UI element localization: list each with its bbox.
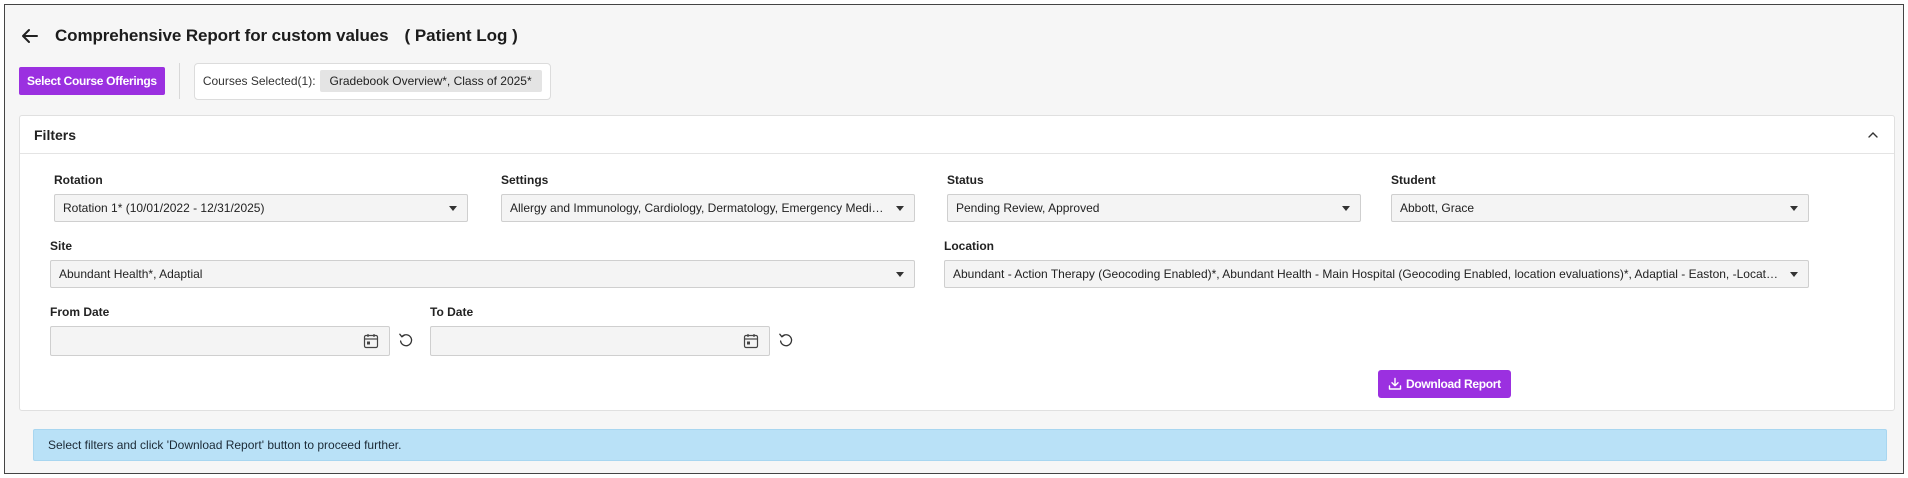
chevron-up-icon[interactable] [1866, 128, 1880, 142]
chevron-down-icon [1790, 272, 1798, 277]
from-date-field: From Date [50, 304, 390, 356]
courses-selected-label: Courses Selected(1): [202, 74, 316, 88]
select-course-offerings-button[interactable]: Select Course Offerings [19, 67, 165, 95]
location-select[interactable]: Abundant - Action Therapy (Geocoding Ena… [944, 260, 1809, 288]
rotation-field: Rotation Rotation 1* (10/01/2022 - 12/31… [54, 172, 468, 222]
course-chip[interactable]: Gradebook Overview*, Class of 2025* [319, 70, 542, 92]
reset-icon[interactable] [778, 332, 794, 348]
settings-field: Settings Allergy and Immunology, Cardiol… [501, 172, 915, 222]
app-frame: Comprehensive Report for custom values (… [4, 4, 1904, 474]
to-date-label: To Date [430, 305, 474, 319]
site-value: Abundant Health*, Adaptial [59, 267, 203, 281]
to-date-box [430, 326, 770, 356]
filters-title: Filters [34, 126, 77, 143]
student-select[interactable]: Abbott, Grace [1391, 194, 1809, 222]
toolbar-divider [178, 63, 180, 99]
site-field: Site Abundant Health*, Adaptial [50, 238, 915, 288]
location-field: Location Abundant - Action Therapy (Geoc… [944, 238, 1809, 288]
location-value: Abundant - Action Therapy (Geocoding Ena… [953, 267, 1800, 281]
download-report-button[interactable]: Download Report [1378, 370, 1511, 398]
chevron-down-icon [896, 206, 904, 211]
from-date-label: From Date [50, 305, 110, 319]
reset-icon[interactable] [398, 332, 414, 348]
to-date-input[interactable] [431, 327, 769, 355]
site-select[interactable]: Abundant Health*, Adaptial [50, 260, 915, 288]
calendar-icon[interactable] [743, 333, 759, 349]
settings-label: Settings [501, 173, 549, 187]
site-label: Site [50, 239, 73, 253]
from-date-box [50, 326, 390, 356]
rotation-select[interactable]: Rotation 1* (10/01/2022 - 12/31/2025) [54, 194, 468, 222]
course-toolbar: Select Course Offerings Courses Selected… [19, 61, 551, 101]
status-select[interactable]: Pending Review, Approved [947, 194, 1361, 222]
settings-select[interactable]: Allergy and Immunology, Cardiology, Derm… [501, 194, 915, 222]
settings-value: Allergy and Immunology, Cardiology, Derm… [510, 201, 906, 215]
to-date-field: To Date [430, 304, 770, 356]
filters-panel: Filters Rotation Rotation 1* (10/01/2022… [19, 115, 1895, 411]
chevron-down-icon [1790, 206, 1798, 211]
location-label: Location [944, 239, 994, 253]
chevron-down-icon [896, 272, 904, 277]
status-field: Status Pending Review, Approved [947, 172, 1361, 222]
chevron-down-icon [449, 206, 457, 211]
page-subtitle: ( Patient Log ) [404, 26, 518, 45]
page-header: Comprehensive Report for custom values (… [19, 23, 518, 49]
calendar-icon[interactable] [363, 333, 379, 349]
status-label: Status [947, 173, 984, 187]
student-field: Student Abbott, Grace [1391, 172, 1809, 222]
status-value: Pending Review, Approved [956, 201, 1100, 215]
courses-selected-box: Courses Selected(1): Gradebook Overview*… [193, 62, 551, 100]
chevron-down-icon [1342, 206, 1350, 211]
page-title: Comprehensive Report for custom values [55, 26, 389, 45]
download-report-label: Download Report [1406, 377, 1501, 391]
download-icon [1388, 377, 1402, 390]
student-value: Abbott, Grace [1400, 201, 1475, 215]
rotation-label: Rotation [54, 173, 103, 187]
rotation-value: Rotation 1* (10/01/2022 - 12/31/2025) [63, 201, 265, 215]
arrow-left-icon[interactable] [19, 25, 41, 47]
info-message: Select filters and click 'Download Repor… [33, 429, 1887, 461]
student-label: Student [1391, 173, 1436, 187]
filters-header[interactable]: Filters [20, 116, 1894, 154]
from-date-input[interactable] [51, 327, 389, 355]
